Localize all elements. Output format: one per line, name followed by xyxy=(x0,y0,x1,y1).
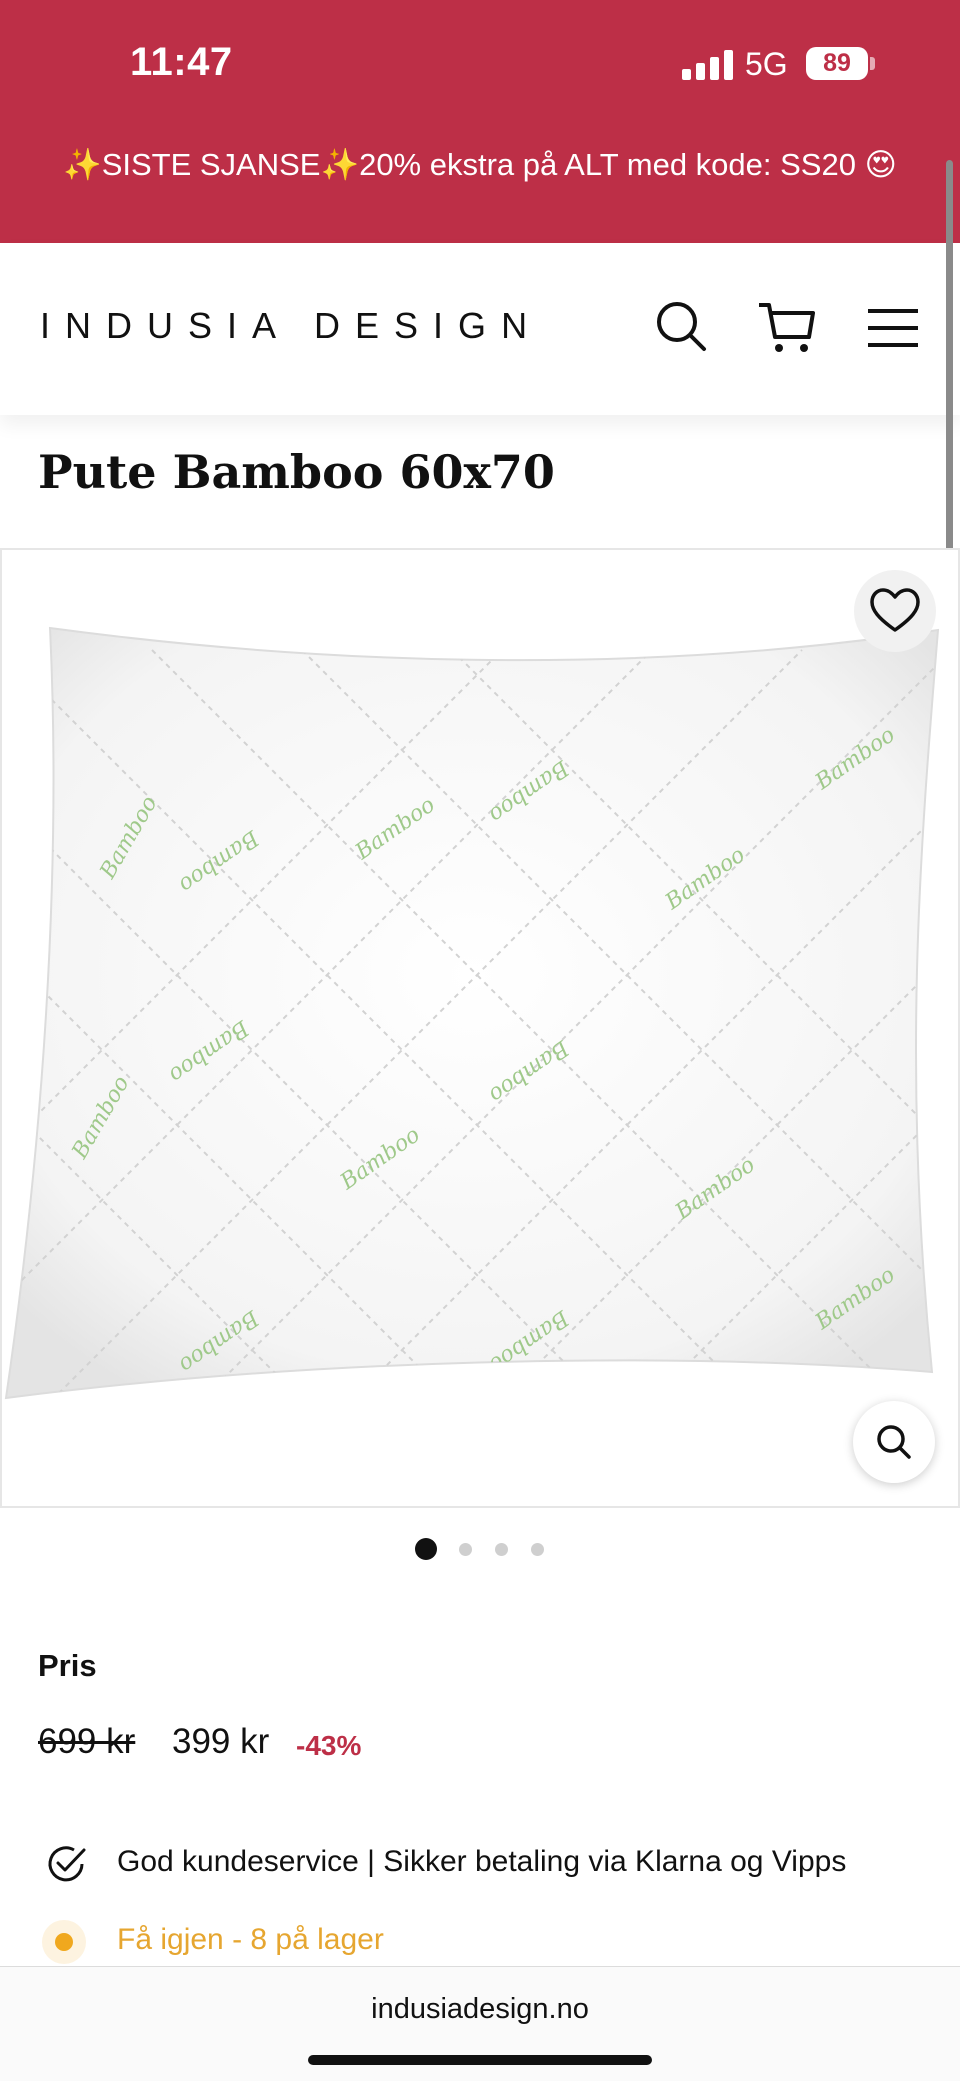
search-icon[interactable] xyxy=(650,295,714,359)
stock-status: Få igjen - 8 på lager xyxy=(117,1923,384,1956)
network-type: 5G xyxy=(745,46,788,82)
status-time: 11:47 xyxy=(130,40,233,84)
discount-badge: -43% xyxy=(296,1730,362,1761)
carousel-dot-4[interactable] xyxy=(531,1543,544,1556)
menu-icon[interactable] xyxy=(862,295,926,359)
promo-banner[interactable]: 11:47 5G 89 ✨SISTE SJANSE✨20% ekstra på … xyxy=(0,0,960,243)
price-new: 399 kr xyxy=(172,1722,270,1761)
site-header: INDUSIA DESIGN xyxy=(0,243,960,415)
zoom-icon[interactable] xyxy=(853,1401,935,1483)
product-title: Pute Bamboo 60x70 xyxy=(38,445,555,499)
price-old: 699 kr xyxy=(38,1722,136,1761)
cart-icon[interactable] xyxy=(755,295,819,359)
carousel-dots xyxy=(0,1538,960,1564)
promo-text: ✨SISTE SJANSE✨20% ekstra på ALT med kode… xyxy=(63,147,897,182)
stock-indicator-icon xyxy=(42,1920,86,1964)
status-bar: 11:47 5G 89 xyxy=(0,0,960,120)
browser-url[interactable]: indusiadesign.no xyxy=(0,1993,960,2026)
carousel-dot-1[interactable] xyxy=(415,1538,437,1560)
product-image-gallery[interactable]: Bamboo Bamboo Bamboo Bamboo Bamboo Bambo… xyxy=(0,548,960,1508)
price-label: Pris xyxy=(38,1648,97,1683)
browser-address-bar[interactable]: indusiadesign.no xyxy=(0,1966,960,2081)
battery-icon: 89 xyxy=(806,47,868,80)
home-indicator[interactable] xyxy=(308,2055,652,2065)
signal-icon xyxy=(682,50,734,80)
carousel-dot-2[interactable] xyxy=(459,1543,472,1556)
wishlist-heart-icon[interactable] xyxy=(854,570,936,652)
usp-text: God kundeservice | Sikker betaling via K… xyxy=(117,1845,847,1878)
site-logo[interactable]: INDUSIA DESIGN xyxy=(40,305,542,347)
carousel-dot-3[interactable] xyxy=(495,1543,508,1556)
check-circle-icon xyxy=(44,1842,88,1886)
pillow-image: Bamboo Bamboo Bamboo Bamboo Bamboo Bambo… xyxy=(4,626,940,1400)
battery-tip xyxy=(870,57,875,70)
